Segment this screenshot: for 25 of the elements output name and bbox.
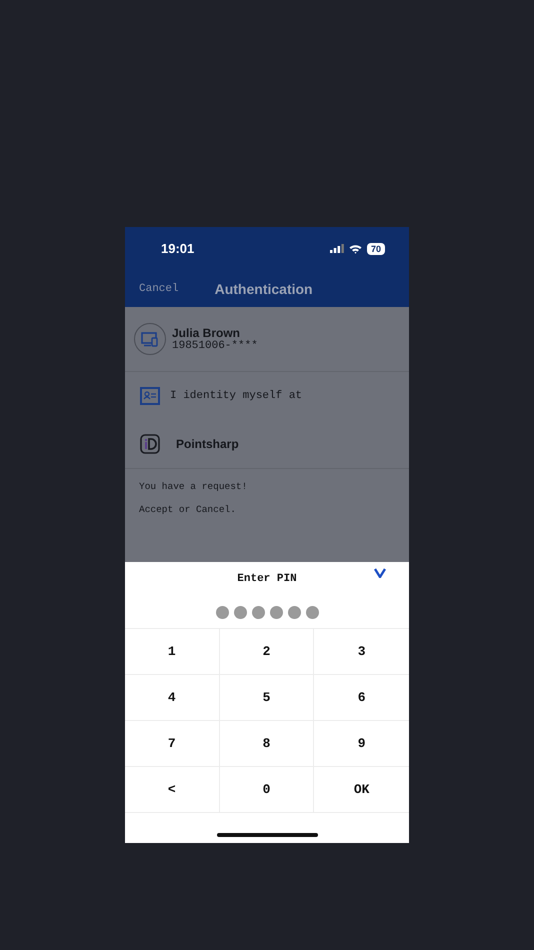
id-card-icon (140, 387, 160, 405)
keypad-key[interactable]: < (125, 767, 220, 813)
request-message: Accept or Cancel. (139, 504, 237, 515)
chevron-down-icon[interactable] (374, 568, 386, 578)
keypad-key[interactable]: 5 (220, 675, 314, 721)
screen-title: Authentication (214, 280, 313, 296)
request-message: You have a request! (139, 481, 248, 492)
user-name: Julia Brown (172, 326, 242, 340)
keypad-key[interactable]: 0 (220, 767, 314, 813)
wifi-icon (348, 244, 362, 254)
identify-label: I identity myself at (170, 390, 302, 402)
pin-title: Enter PIN (237, 573, 297, 585)
battery-level: 70 (366, 242, 385, 254)
keypad-key[interactable]: 4 (125, 675, 220, 721)
service-name: Pointsharp (176, 437, 239, 451)
keypad-key[interactable]: 7 (125, 721, 220, 767)
status-time: 19:01 (161, 241, 194, 256)
id-logo-icon (140, 434, 160, 454)
signal-icon (330, 244, 344, 253)
user-id: 19851006-**** (172, 340, 258, 352)
cancel-link[interactable]: Cancel (139, 282, 179, 294)
keypad-key[interactable]: 1 (125, 629, 220, 675)
devices-icon (141, 332, 159, 346)
keypad-key[interactable]: 2 (220, 629, 314, 675)
keypad-key[interactable]: 8 (220, 721, 314, 767)
